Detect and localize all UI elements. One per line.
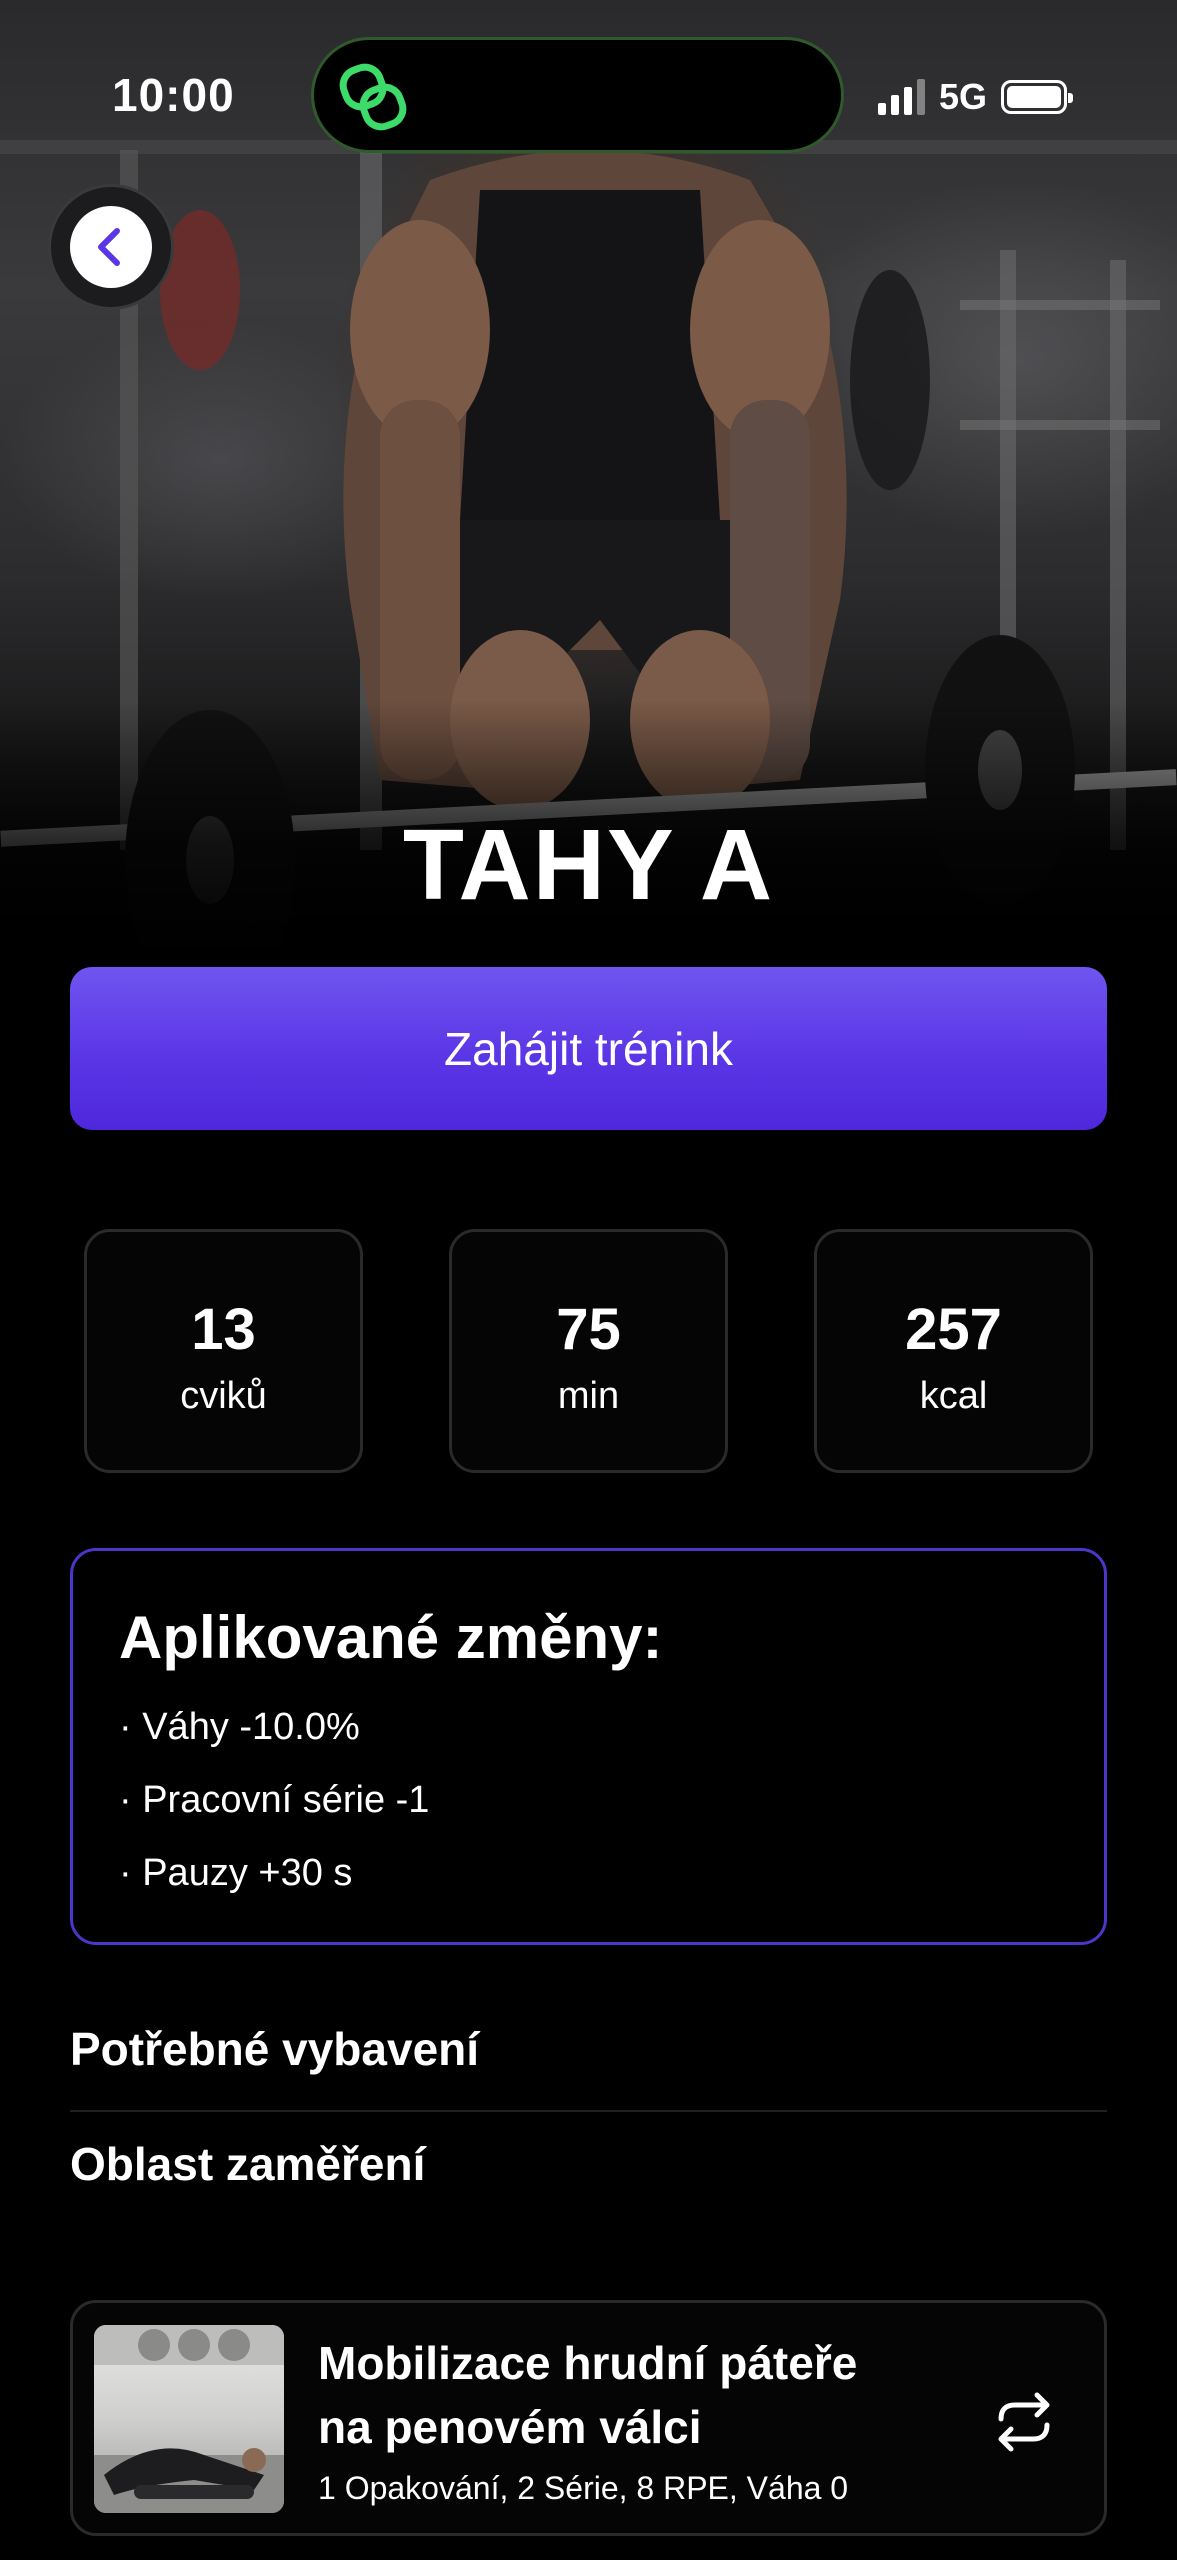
stat-card-calories: 257 kcal (814, 1229, 1093, 1473)
stat-unit: kcal (919, 1375, 988, 1417)
exercise-thumbnail (94, 2325, 284, 2513)
swap-icon[interactable] (991, 2389, 1057, 2455)
network-label: 5G (939, 76, 988, 117)
exercise-name-line: na penovém válci (318, 2401, 702, 2453)
change-item: · Váhy -10.0% (119, 1706, 360, 1748)
stat-value: 13 (191, 1297, 256, 1362)
battery-icon (1001, 80, 1074, 114)
signal-icon (878, 79, 925, 115)
back-button[interactable] (48, 184, 174, 310)
chevron-left-icon (98, 228, 120, 266)
exercise-name-line: Mobilizace hrudní páteře (318, 2337, 858, 2389)
stat-value: 257 (905, 1297, 1002, 1362)
stat-unit: min (557, 1375, 620, 1417)
workout-title: TAHY A (402, 809, 775, 921)
exercise-name: Mobilizace hrudní páteře na penovém válc… (318, 2331, 958, 2459)
change-item: · Pauzy +30 s (119, 1852, 353, 1894)
stat-value: 75 (556, 1297, 621, 1362)
stat-card-duration: 75 min (449, 1229, 728, 1473)
applied-changes-card: Aplikované změny: · Váhy -10.0% · Pracov… (70, 1548, 1107, 1945)
dynamic-island (311, 37, 844, 153)
divider (70, 2110, 1107, 2112)
status-icons: 5G (878, 72, 1074, 122)
equipment-section[interactable]: Potřebné vybavení (70, 2022, 479, 2076)
start-workout-button[interactable]: Zahájit trénink (70, 967, 1107, 1130)
applied-changes-title: Aplikované změny: (119, 1604, 663, 1671)
workout-detail-screen: 10:00 5G TAHY A Zahájit trénink 13 cviků… (0, 0, 1177, 2560)
stat-card-exercises: 13 cviků (84, 1229, 363, 1473)
exercise-card[interactable]: Mobilizace hrudní páteře na penovém válc… (70, 2300, 1107, 2536)
focus-area-section[interactable]: Oblast zaměření (70, 2137, 425, 2191)
stat-unit: cviků (180, 1375, 267, 1417)
exercise-meta: 1 Opakování, 2 Série, 8 RPE, Váha 0 (318, 2470, 849, 2506)
status-time: 10:00 (112, 69, 235, 121)
change-item: · Pracovní série -1 (119, 1779, 430, 1821)
link-icon (339, 63, 407, 131)
